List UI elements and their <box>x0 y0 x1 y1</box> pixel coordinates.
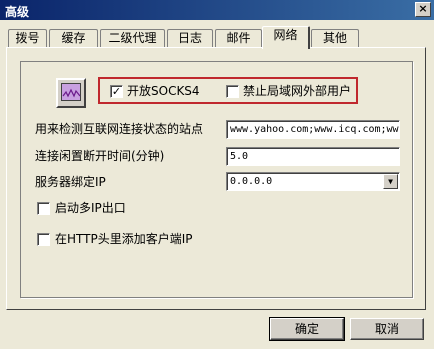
bind-ip-select[interactable]: 0.0.0.0 ▼ <box>226 172 400 191</box>
add-client-header-label: 在HTTP头里添加客户端IP <box>55 232 193 246</box>
network-monitor-icon <box>56 78 86 108</box>
bind-ip-label: 服务器绑定IP <box>35 175 106 189</box>
add-client-header-checkbox[interactable] <box>37 233 50 246</box>
bind-ip-value: 0.0.0.0 <box>230 176 273 187</box>
block-lan-external-label: 禁止局域网外部用户 <box>243 84 352 98</box>
tab-cache[interactable]: 缓存 <box>49 29 98 48</box>
multi-ip-label: 启动多IP出口 <box>55 201 126 215</box>
tab-log[interactable]: 日志 <box>167 29 213 48</box>
tab-other[interactable]: 其他 <box>311 29 359 48</box>
tab-network[interactable]: 网络 <box>262 26 310 49</box>
idle-disconnect-label: 连接闲置断开时间(分钟) <box>35 149 165 163</box>
tab-secondary-proxy[interactable]: 二级代理 <box>100 29 165 48</box>
tab-dialup[interactable]: 拨号 <box>8 29 47 48</box>
enable-socks4-checkbox[interactable]: ✓ <box>110 85 123 98</box>
title-bar: 高级 × <box>0 0 434 20</box>
idle-disconnect-input[interactable]: 5.0 <box>226 147 400 166</box>
check-sites-label: 用来检测互联网连接状态的站点 <box>35 122 204 136</box>
enable-socks4-label: 开放SOCKS4 <box>127 84 200 98</box>
close-icon: × <box>418 2 428 15</box>
cancel-button[interactable]: 取消 <box>350 318 424 340</box>
tab-mail[interactable]: 邮件 <box>215 29 262 48</box>
check-sites-input[interactable]: www.yahoo.com;www.icq.com;ww <box>226 120 400 139</box>
chevron-down-icon[interactable]: ▼ <box>383 174 398 189</box>
block-lan-external-checkbox[interactable] <box>226 85 239 98</box>
window-title: 高级 <box>5 5 30 19</box>
close-button[interactable]: × <box>415 2 431 17</box>
multi-ip-checkbox[interactable] <box>37 202 50 215</box>
ok-button[interactable]: 确定 <box>269 317 345 341</box>
